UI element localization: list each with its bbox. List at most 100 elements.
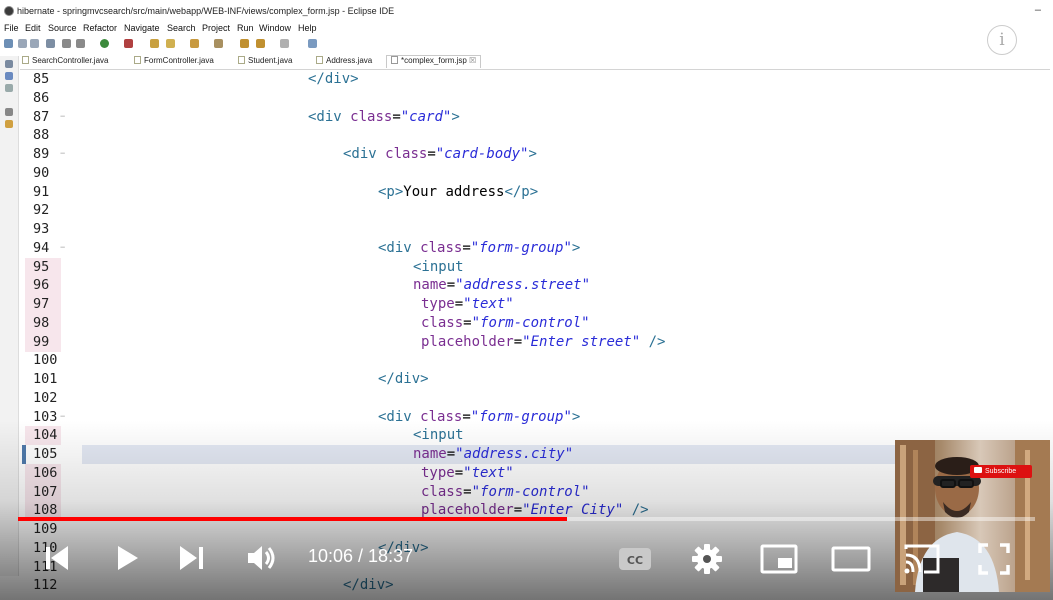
debug-icon[interactable] <box>62 39 71 48</box>
miniplayer-icon[interactable] <box>760 543 798 575</box>
menu-help[interactable]: Help <box>298 23 317 33</box>
code-line[interactable]: 86 <box>20 89 1050 108</box>
youtube-logo-icon <box>974 467 982 473</box>
run-config-icon[interactable] <box>124 39 133 48</box>
menu-edit[interactable]: Edit <box>25 23 41 33</box>
fold-icon[interactable]: − <box>60 411 65 421</box>
menu-window[interactable]: Window <box>259 23 291 33</box>
line-gutter: 90 <box>25 164 61 183</box>
code-token: = <box>427 146 436 162</box>
fold-icon[interactable]: − <box>60 148 65 158</box>
code-line[interactable]: 90 <box>20 164 1050 183</box>
code-text: <div class="card"> <box>308 109 460 125</box>
code-text: <div class="form-group"> <box>378 240 580 256</box>
code-line[interactable]: 87− <div class="card"> <box>20 108 1050 127</box>
next-icon[interactable] <box>175 541 209 575</box>
tab-searchcontroller[interactable]: SearchController.java <box>22 56 108 68</box>
code-line[interactable]: 88 <box>20 126 1050 145</box>
window-titlebar: hibernate - springmvcsearch/src/main/web… <box>0 4 1053 20</box>
code-line[interactable]: 92 <box>20 201 1050 220</box>
save-icon[interactable] <box>18 39 27 48</box>
code-token: class <box>350 108 393 125</box>
code-text: class="form-control" <box>421 315 590 331</box>
menu-search[interactable]: Search <box>167 23 196 33</box>
code-line[interactable]: 98 class="form-control" <box>20 313 1050 333</box>
captions-icon[interactable]: CC <box>617 545 653 573</box>
info-button[interactable]: i <box>987 25 1017 55</box>
code-line[interactable]: 85 </div> <box>20 70 1050 89</box>
code-line[interactable]: 99 placeholder="Enter street" /> <box>20 332 1050 352</box>
run-icon[interactable] <box>100 39 109 48</box>
code-line[interactable]: 95 <input <box>20 257 1050 277</box>
fold-icon[interactable]: − <box>60 242 65 252</box>
hierarchy-icon[interactable] <box>5 72 13 80</box>
package-explorer-icon[interactable] <box>5 60 13 68</box>
tab-label: *complex_form.jsp <box>401 56 467 65</box>
menu-run[interactable]: Run <box>237 23 254 33</box>
code-token: "card" <box>400 108 452 125</box>
code-token: = <box>513 333 523 350</box>
console-icon[interactable] <box>5 120 13 128</box>
line-number: 95 <box>33 258 50 275</box>
tab-close-icon[interactable]: ☒ <box>469 56 476 65</box>
outline-icon[interactable] <box>5 84 13 92</box>
code-token: <p> <box>378 183 404 200</box>
tab-complex-form[interactable]: *complex_form.jsp ☒ <box>386 55 482 68</box>
annotation-prev-icon[interactable] <box>214 39 223 48</box>
save-all-icon[interactable] <box>30 39 39 48</box>
forward-icon[interactable] <box>256 39 265 48</box>
code-text: <p>Your address</p> <box>378 184 538 200</box>
menu-project[interactable]: Project <box>202 23 230 33</box>
cast-icon[interactable] <box>902 541 942 577</box>
code-line[interactable]: 96 name="address.street" <box>20 276 1050 296</box>
code-token: "form-group" <box>470 239 572 256</box>
code-token: placeholder <box>421 333 514 350</box>
open-perspective-icon[interactable] <box>308 39 317 48</box>
code-line[interactable]: 91 <p>Your address</p> <box>20 183 1050 202</box>
tab-formcontroller[interactable]: FormController.java <box>134 56 214 68</box>
code-token: </p> <box>504 183 539 200</box>
tab-address[interactable]: Address.java <box>316 56 372 68</box>
code-token: = <box>392 108 401 125</box>
code-line[interactable]: 101 </div> <box>20 370 1050 389</box>
java-file-icon <box>134 56 141 64</box>
code-line[interactable]: 89− <div class="card-body"> <box>20 145 1050 164</box>
play-icon[interactable] <box>110 541 144 575</box>
terminal-icon[interactable] <box>46 39 55 48</box>
code-line[interactable]: 94− <div class="form-group"> <box>20 239 1050 258</box>
tab-student[interactable]: Student.java <box>238 56 292 68</box>
jsp-file-icon <box>391 56 398 64</box>
fold-icon[interactable]: − <box>60 111 65 121</box>
line-gutter: 96 <box>25 276 61 296</box>
code-token: Your address <box>403 183 505 200</box>
code-line[interactable]: 97 type="text" <box>20 295 1050 314</box>
code-line[interactable]: 100 <box>20 351 1050 370</box>
subscribe-button[interactable]: Subscribe <box>970 465 1032 478</box>
menu-source[interactable]: Source <box>48 23 77 33</box>
theater-mode-icon[interactable] <box>830 543 872 575</box>
skip-breakpoints-icon[interactable] <box>76 39 85 48</box>
fullscreen-icon[interactable] <box>976 541 1012 577</box>
line-gutter: 93 <box>25 220 61 239</box>
code-line[interactable]: 93 <box>20 220 1050 239</box>
line-gutter: 87− <box>25 108 65 127</box>
search-icon[interactable] <box>166 39 175 48</box>
volume-icon[interactable] <box>244 541 280 575</box>
open-type-icon[interactable] <box>150 39 159 48</box>
line-number: 98 <box>33 314 50 331</box>
previous-icon[interactable] <box>40 541 74 575</box>
servers-icon[interactable] <box>5 108 13 116</box>
menu-file[interactable]: File <box>4 23 19 33</box>
pin-icon[interactable] <box>280 39 289 48</box>
menu-navigate[interactable]: Navigate <box>124 23 160 33</box>
code-token: /> <box>640 333 666 350</box>
settings-icon[interactable] <box>690 542 724 576</box>
minimize-button[interactable]: – <box>1035 4 1041 16</box>
menu-refactor[interactable]: Refactor <box>83 23 117 33</box>
code-line[interactable]: 102 <box>20 389 1050 408</box>
back-icon[interactable] <box>240 39 249 48</box>
line-number: 93 <box>33 221 50 237</box>
new-icon[interactable] <box>4 39 13 48</box>
progress-played <box>18 517 568 521</box>
annotation-icon[interactable] <box>190 39 199 48</box>
